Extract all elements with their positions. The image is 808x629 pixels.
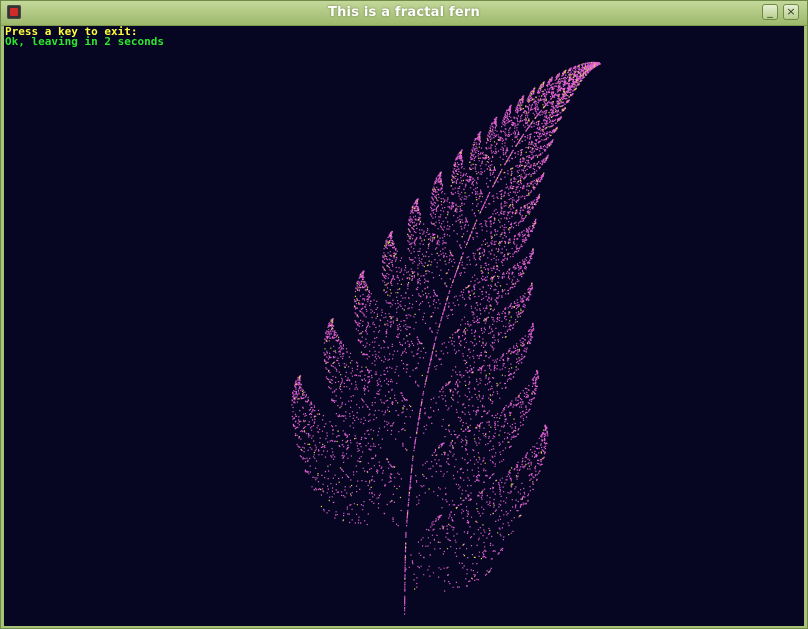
minimize-icon: _ [767, 5, 773, 18]
close-button[interactable]: × [783, 4, 799, 20]
title-bar[interactable]: This is a fractal fern _ × [1, 1, 807, 26]
fern-window: This is a fractal fern _ × Press a key t… [0, 0, 808, 629]
fern-canvas[interactable]: Press a key to exit: Ok, leaving in 2 se… [4, 26, 804, 626]
fractal-fern [291, 61, 601, 615]
fern-fronds [291, 61, 601, 615]
window-title: This is a fractal fern [328, 5, 480, 20]
close-icon: × [786, 5, 796, 18]
minimize-button[interactable]: _ [762, 4, 778, 20]
console-status: Ok, leaving in 2 seconds [5, 35, 164, 48]
